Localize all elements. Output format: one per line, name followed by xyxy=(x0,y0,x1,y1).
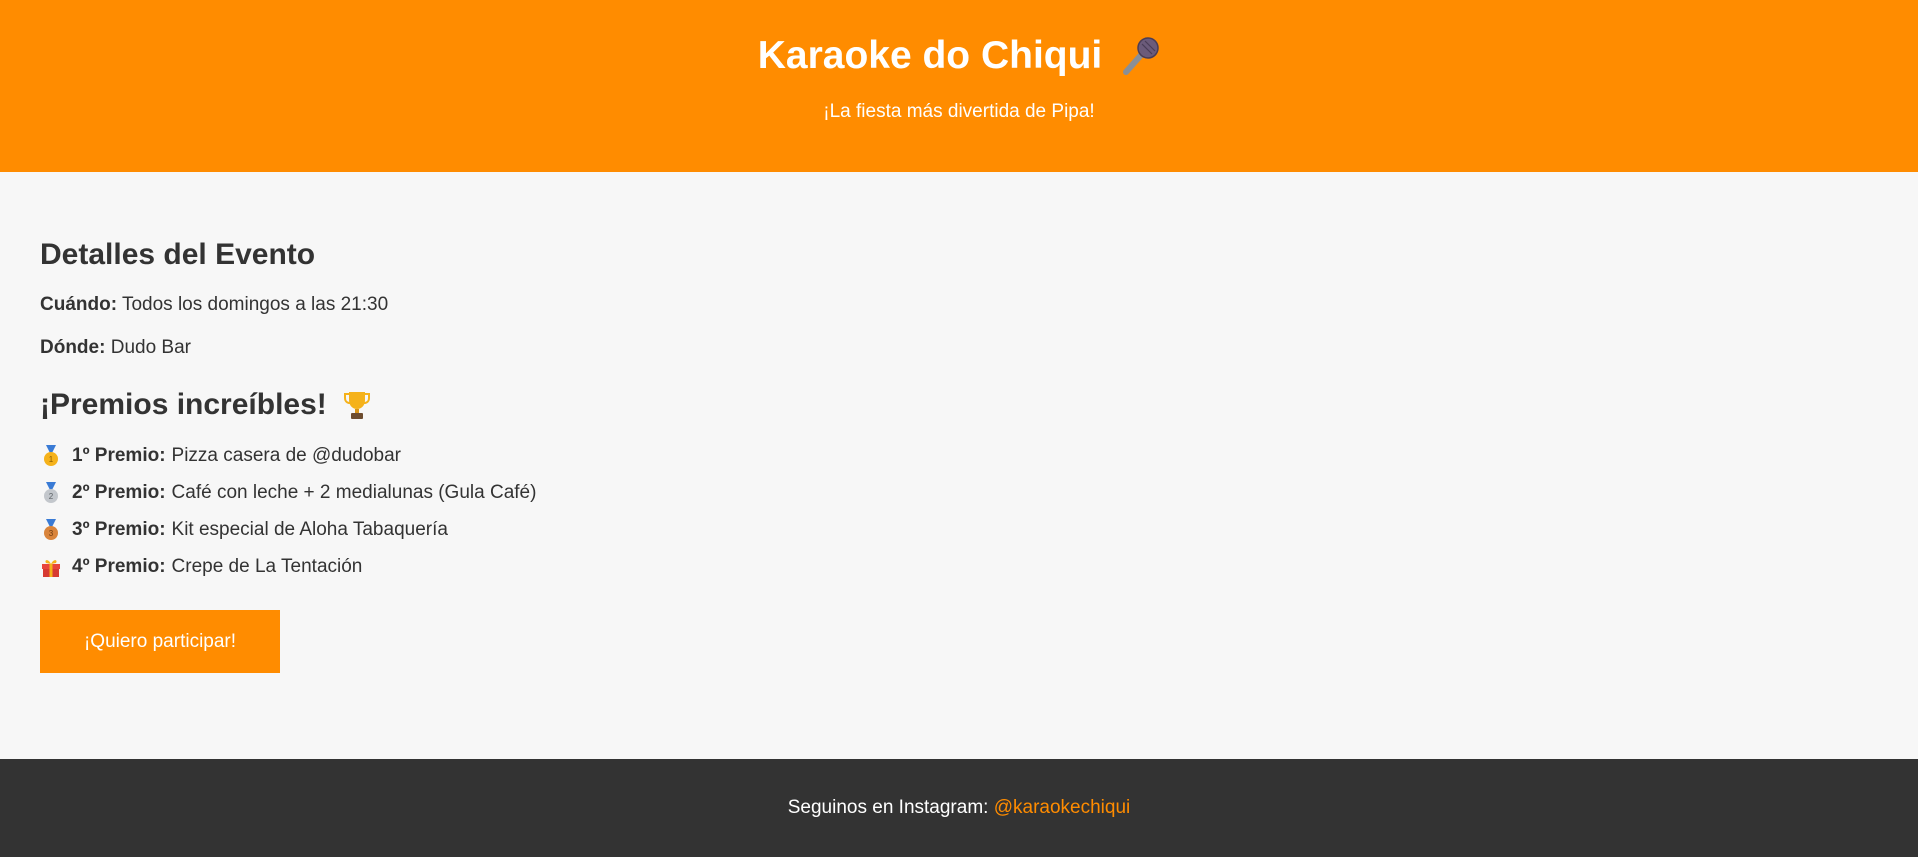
prize-item-1: 1 1º Premio: Pizza casera de @dudobar xyxy=(40,444,1878,468)
silver-medal-icon: 2 xyxy=(44,482,58,503)
prizes-heading-text: ¡Premios increíbles! xyxy=(40,388,327,421)
svg-text:2: 2 xyxy=(49,492,54,501)
prize-value-3: Kit especial de Aloha Tabaquería xyxy=(171,519,448,540)
gold-medal-icon: 1 xyxy=(44,445,58,466)
svg-text:1: 1 xyxy=(49,455,54,464)
detail-where-value: Dudo Bar xyxy=(110,337,191,358)
detail-where-label: Dónde: xyxy=(40,337,106,358)
footer: Seguinos en Instagram: @karaokechiqui xyxy=(0,759,1918,857)
page-title: Karaoke do Chiqui xyxy=(758,0,1161,82)
prize-item-2: 2 2º Premio: Café con leche + 2 medialun… xyxy=(40,481,1878,505)
bronze-medal-icon: 3 xyxy=(44,519,58,540)
main-content: Detalles del Evento Cuándo: Todos los do… xyxy=(0,172,1918,759)
trophy-icon xyxy=(343,392,370,419)
participate-button[interactable]: ¡Quiero participar! xyxy=(40,610,280,673)
svg-text:3: 3 xyxy=(49,529,54,538)
microphone-icon xyxy=(1123,37,1160,75)
prize-label-1: 1º Premio: xyxy=(72,445,166,466)
prize-value-1: Pizza casera de @dudobar xyxy=(171,445,402,466)
detail-when: Cuándo: Todos los domingos a las 21:30 xyxy=(40,293,1878,317)
prize-item-3: 3 3º Premio: Kit especial de Aloha Tabaq… xyxy=(40,518,1878,542)
prize-label-4: 4º Premio: xyxy=(72,556,166,577)
prize-label-3: 3º Premio: xyxy=(72,519,166,540)
prize-item-4: 4º Premio: Crepe de La Tentación xyxy=(40,555,1878,579)
prize-label-2: 2º Premio: xyxy=(72,482,166,503)
instagram-link[interactable]: @karaokechiqui xyxy=(994,797,1131,818)
detail-when-value: Todos los domingos a las 21:30 xyxy=(121,294,389,315)
header: Karaoke do Chiqui ¡La fiesta más diverti… xyxy=(0,0,1918,172)
prize-value-4: Crepe de La Tentación xyxy=(171,556,363,577)
prize-list: 1 1º Premio: Pizza casera de @dudobar 2 … xyxy=(40,444,1878,579)
prize-value-2: Café con leche + 2 medialunas (Gula Café… xyxy=(171,482,537,503)
gift-icon xyxy=(42,560,60,577)
footer-text: Seguinos en Instagram: xyxy=(787,797,989,818)
page-title-text: Karaoke do Chiqui xyxy=(757,34,1103,77)
detail-where: Dónde: Dudo Bar xyxy=(40,336,1878,360)
page-subtitle: ¡La fiesta más divertida de Pipa! xyxy=(823,101,1095,122)
prizes-heading: ¡Premios increíbles! xyxy=(40,386,1878,424)
detail-when-label: Cuándo: xyxy=(40,294,118,315)
details-heading: Detalles del Evento xyxy=(40,238,316,271)
